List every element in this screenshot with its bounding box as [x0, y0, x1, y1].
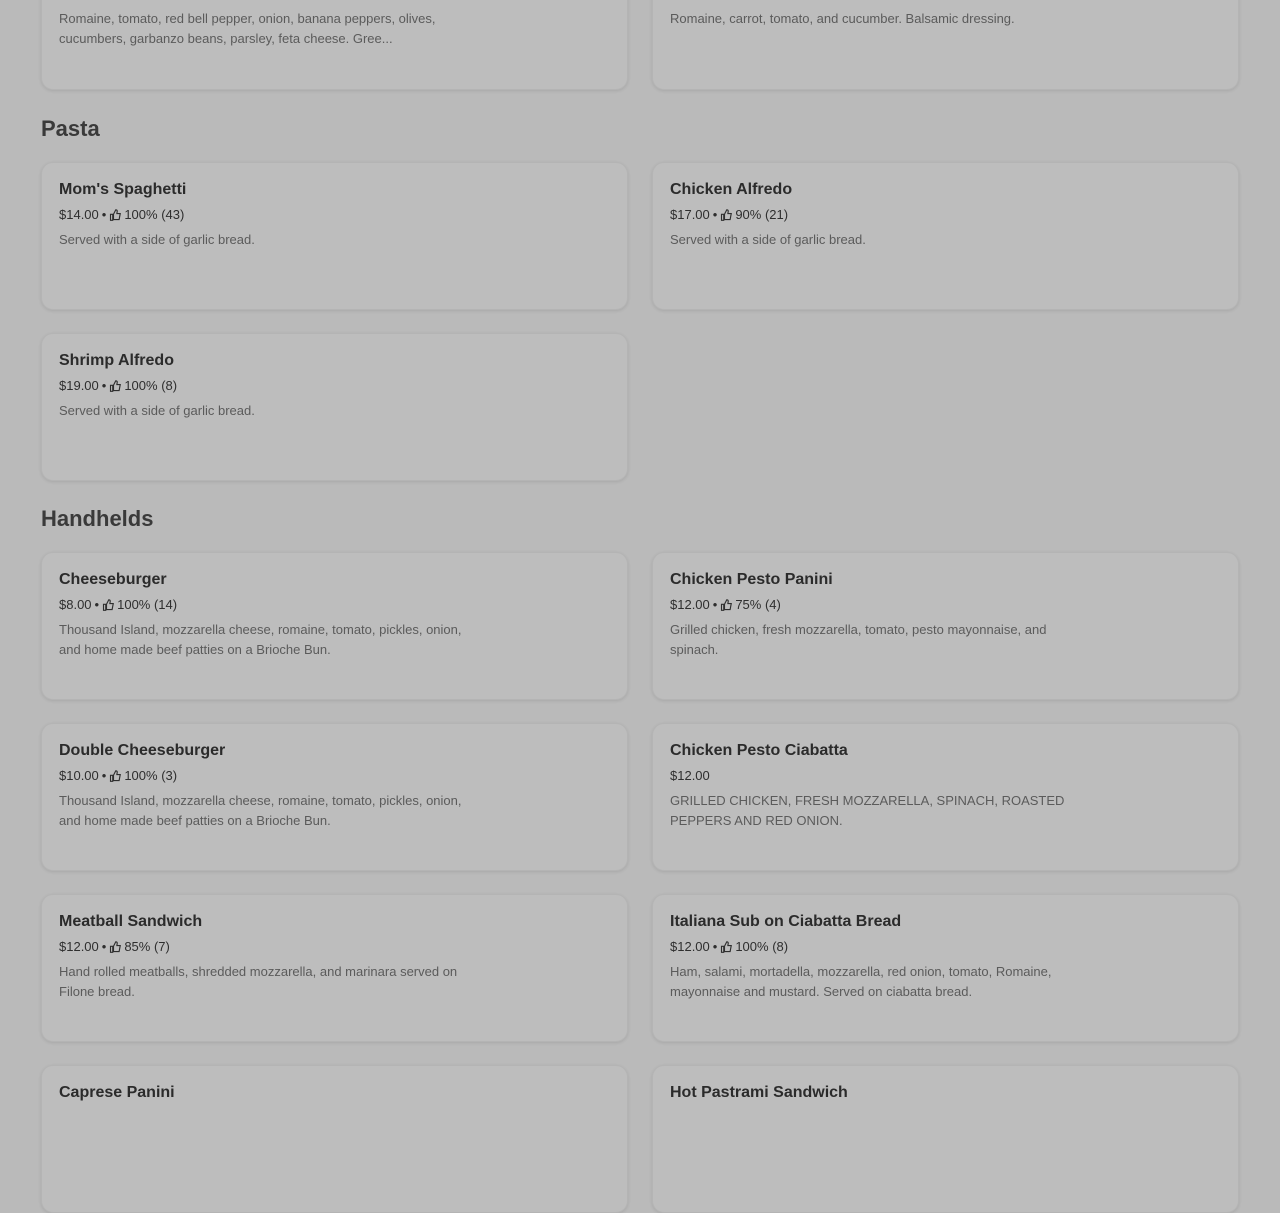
- thumbs-up-icon: [110, 940, 122, 953]
- thumbs-up-icon: [110, 379, 122, 392]
- item-name: Chicken Alfredo: [670, 181, 793, 198]
- item-description: Hand rolled meatballs, shredded mozzarel…: [59, 964, 458, 999]
- item-price: $12.00: [670, 768, 710, 783]
- thumbs-up-icon: [721, 208, 733, 221]
- section-title-handhelds: Handhelds: [41, 506, 154, 531]
- item-description: Grilled chicken, fresh mozzarella, tomat…: [670, 622, 1047, 657]
- item-rating: 100% (3): [124, 768, 178, 783]
- item-price: $10.00: [59, 768, 99, 783]
- menu-item-card[interactable]: Caprese Panini: [41, 1065, 628, 1213]
- menu-item-card[interactable]: Chicken Alfredo $17.00 • 90% (21) Served…: [652, 162, 1239, 310]
- menu-item-card[interactable]: Meatball Sandwich $12.00 • 85% (7) Hand …: [41, 894, 628, 1042]
- separator: •: [101, 207, 107, 222]
- section-title-pasta: Pasta: [41, 116, 100, 141]
- separator: •: [101, 768, 107, 783]
- item-name: Chicken Pesto Ciabatta: [670, 742, 848, 759]
- item-price: $12.00: [59, 939, 99, 954]
- item-rating: 85% (7): [124, 939, 170, 954]
- item-rating: 75% (4): [735, 597, 781, 612]
- item-price: $8.00: [59, 597, 92, 612]
- item-meta: $8.00 • 100% (14): [59, 597, 177, 612]
- item-meta: $14.00 • 100% (43): [59, 207, 184, 222]
- item-rating: 100% (43): [124, 207, 185, 222]
- thumbs-up-icon: [721, 940, 733, 953]
- item-name: Double Cheeseburger: [59, 742, 226, 759]
- item-name: Cheeseburger: [59, 571, 167, 588]
- item-rating: 100% (14): [117, 597, 178, 612]
- item-rating: 90% (21): [735, 207, 789, 222]
- item-name: Mom's Spaghetti: [59, 181, 187, 198]
- separator: •: [712, 207, 718, 222]
- item-name: Italiana Sub on Ciabatta Bread: [670, 913, 902, 930]
- separator: •: [101, 939, 107, 954]
- item-description: Served with a side of garlic bread.: [59, 232, 255, 247]
- item-meta: $19.00 • 100% (8): [59, 378, 177, 393]
- separator: •: [712, 597, 718, 612]
- separator: •: [712, 939, 718, 954]
- item-description: GRILLED CHICKEN, FRESH MOZZARELLA, SPINA…: [670, 793, 1065, 828]
- item-rating: 100% (8): [124, 378, 178, 393]
- item-rating: 100% (8): [735, 939, 789, 954]
- item-description: Romaine, tomato, red bell pepper, onion,…: [59, 11, 436, 46]
- menu-item-card[interactable]: Chicken Pesto Ciabatta $12.00 GRILLED CH…: [652, 723, 1239, 871]
- menu-item-card[interactable]: Shrimp Alfredo $19.00 • 100% (8) Served …: [41, 333, 628, 481]
- menu-item-card[interactable]: Mom's Spaghetti $14.00 • 100% (43) Serve…: [41, 162, 628, 310]
- item-name: Hot Pastrami Sandwich: [670, 1084, 848, 1101]
- menu-item-card[interactable]: Cheeseburger $8.00 • 100% (14) Thousand …: [41, 552, 628, 700]
- item-price: $17.00: [670, 207, 710, 222]
- thumbs-up-icon: [103, 598, 115, 611]
- item-description: Romaine, carrot, tomato, and cucumber. B…: [670, 11, 1015, 26]
- menu-item-card-top-right[interactable]: Romaine, carrot, tomato, and cucumber. B…: [652, 0, 1239, 90]
- item-description: Served with a side of garlic bread.: [670, 232, 866, 247]
- item-name: Meatball Sandwich: [59, 913, 203, 930]
- item-price: $19.00: [59, 378, 99, 393]
- item-description: Served with a side of garlic bread.: [59, 403, 255, 418]
- menu-item-card[interactable]: Italiana Sub on Ciabatta Bread $12.00 • …: [652, 894, 1239, 1042]
- menu-item-card[interactable]: Double Cheeseburger $10.00 • 100% (3) Th…: [41, 723, 628, 871]
- item-meta: $12.00: [670, 768, 710, 783]
- item-price: $12.00: [670, 597, 710, 612]
- item-meta: $12.00 • 75% (4): [670, 597, 781, 612]
- item-name: Chicken Pesto Panini: [670, 571, 833, 588]
- item-meta: $12.00 • 100% (8): [670, 939, 788, 954]
- thumbs-up-icon: [110, 208, 122, 221]
- menu-item-card[interactable]: Hot Pastrami Sandwich: [652, 1065, 1239, 1213]
- item-meta: $10.00 • 100% (3): [59, 768, 177, 783]
- separator: •: [101, 378, 107, 393]
- item-name: Caprese Panini: [59, 1084, 175, 1101]
- menu-item-card[interactable]: Chicken Pesto Panini $12.00 • 75% (4) Gr…: [652, 552, 1239, 700]
- thumbs-up-icon: [110, 769, 122, 782]
- item-meta: $17.00 • 90% (21): [670, 207, 788, 222]
- item-price: $12.00: [670, 939, 710, 954]
- item-description: Thousand Island, mozzarella cheese, roma…: [59, 622, 462, 657]
- menu-item-card-top-left[interactable]: Romaine, tomato, red bell pepper, onion,…: [41, 0, 628, 90]
- item-meta: $12.00 • 85% (7): [59, 939, 170, 954]
- item-price: $14.00: [59, 207, 99, 222]
- item-name: Shrimp Alfredo: [59, 352, 174, 369]
- thumbs-up-icon: [721, 598, 733, 611]
- separator: •: [94, 597, 100, 612]
- item-description: Thousand Island, mozzarella cheese, roma…: [59, 793, 462, 828]
- item-description: Ham, salami, mortadella, mozzarella, red…: [670, 964, 1052, 999]
